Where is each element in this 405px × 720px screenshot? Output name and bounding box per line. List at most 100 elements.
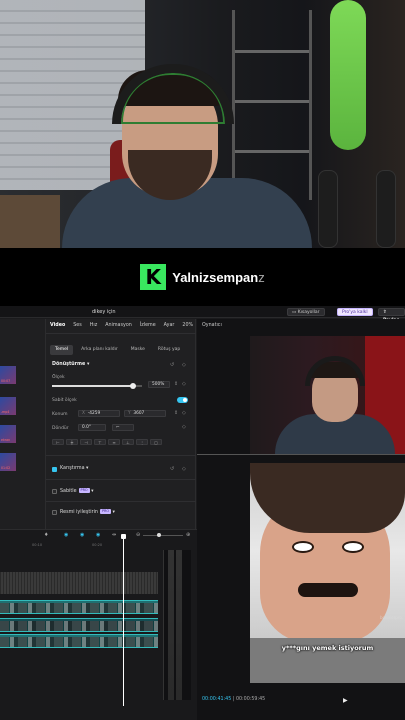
tab-audio[interactable]: Ses bbox=[69, 321, 86, 331]
keyframe-icon[interactable]: ◇ bbox=[182, 410, 186, 416]
align-top-icon[interactable]: ⊤ bbox=[94, 439, 106, 445]
zoom-out-icon[interactable]: ⊖ bbox=[136, 532, 140, 538]
subtab-basic[interactable]: Temel bbox=[50, 345, 74, 355]
ruler-mark: 00:20 bbox=[92, 543, 103, 547]
tab-adjust[interactable]: Ayar bbox=[160, 321, 179, 331]
stabilize-label[interactable]: Sabitle PRO ▾ bbox=[60, 488, 94, 494]
scale-value-field[interactable]: 500% bbox=[148, 381, 170, 388]
keyframe-icon[interactable]: ◇ bbox=[182, 424, 186, 430]
magnet-icon[interactable]: ◉ bbox=[64, 532, 68, 538]
blend-label[interactable]: Karıştırma ▾ bbox=[60, 466, 88, 471]
tab-animation[interactable]: Animasyon bbox=[101, 321, 136, 331]
scale-slider[interactable] bbox=[52, 382, 142, 389]
stepper-icon[interactable]: ⇕ bbox=[174, 410, 178, 416]
audio-track[interactable] bbox=[0, 572, 158, 594]
blend-checkbox[interactable] bbox=[52, 467, 57, 472]
tab-tracking[interactable]: İzleme bbox=[136, 321, 160, 331]
uniform-scale-toggle[interactable] bbox=[177, 397, 188, 403]
playhead-handle[interactable] bbox=[121, 534, 126, 539]
editor-topbar: dikey için ▭ Kısayollar Pro'ya kalkl ⇪ P… bbox=[0, 306, 405, 323]
shelf-rack bbox=[235, 100, 309, 103]
playhead[interactable] bbox=[123, 536, 124, 706]
divider bbox=[46, 455, 196, 456]
shortcuts-button[interactable]: ▭ Kısayollar bbox=[287, 308, 325, 316]
stabilize-checkbox[interactable] bbox=[52, 489, 57, 494]
video-track[interactable] bbox=[0, 600, 158, 614]
align-center-icon[interactable]: ╪ bbox=[66, 439, 78, 445]
reset-icon[interactable]: ↺ bbox=[170, 362, 174, 368]
video-track[interactable] bbox=[0, 618, 158, 632]
align-right-icon[interactable]: ⊣ bbox=[80, 439, 92, 445]
keyframe-icon[interactable]: ◇ bbox=[182, 362, 186, 368]
zoom-slider-knob[interactable] bbox=[157, 532, 161, 537]
clip-eye bbox=[342, 541, 364, 553]
zoom-slider[interactable] bbox=[143, 532, 183, 537]
timeline-panel: ♦ ◉ ◉ ◉ ⇹ ⊖ ⊕ 00:10 00:20 bbox=[0, 529, 197, 720]
channel-name-main: Yalnizsempan bbox=[172, 269, 259, 285]
reset-icon[interactable]: ↺ bbox=[170, 466, 174, 472]
media-thumbnail[interactable]: ekran bbox=[0, 425, 16, 443]
share-button[interactable]: ⇪ Paylaş bbox=[378, 308, 405, 323]
stepper-icon[interactable]: ⇕ bbox=[174, 381, 178, 387]
align-distribute-icon[interactable]: ⋮ bbox=[136, 439, 148, 445]
rotate-value-field[interactable]: 0.0° bbox=[78, 424, 106, 431]
divider bbox=[46, 479, 196, 480]
y-axis-label: Y bbox=[128, 411, 131, 416]
align-fit-icon[interactable]: ▢ bbox=[150, 439, 162, 445]
keyframe-icon[interactable]: ◇ bbox=[182, 466, 186, 472]
subtab-remove-background[interactable]: Arka planı kaldır bbox=[76, 345, 123, 355]
properties-panel: Video Ses Hız Animasyon İzleme Ayar 20% … bbox=[46, 319, 196, 529]
overlay-headphones bbox=[305, 356, 365, 386]
subtitle-text: y***gını yemek istiyorum bbox=[281, 644, 374, 652]
align-middle-icon[interactable]: ≡ bbox=[108, 439, 120, 445]
media-thumbnail[interactable]: 00:07 bbox=[0, 366, 16, 384]
zoom-in-icon[interactable]: ⊕ bbox=[186, 532, 190, 538]
upgrade-pro-button[interactable]: Pro'ya kalkl bbox=[337, 308, 373, 316]
play-icon[interactable]: ▶ bbox=[343, 697, 348, 704]
align-bottom-icon[interactable]: ⊥ bbox=[122, 439, 134, 445]
link-icon[interactable]: ◉ bbox=[80, 532, 84, 538]
microphone-icon[interactable]: ♦ bbox=[44, 532, 48, 538]
rotate-label: Döndür bbox=[52, 426, 69, 431]
transform-section-title[interactable]: Dönüştürme ▾ bbox=[52, 362, 89, 367]
guide-line bbox=[197, 454, 405, 455]
subtab-mask[interactable]: Maske bbox=[126, 345, 150, 355]
webcam-overlay-clip[interactable] bbox=[250, 336, 405, 454]
meter-bar-left bbox=[168, 550, 174, 700]
player-title: Oynatıcı bbox=[202, 323, 222, 328]
plush-toy bbox=[330, 0, 366, 150]
split-icon[interactable]: ⇹ bbox=[112, 532, 116, 538]
enhance-image-label-text: Resmi iyileştirin bbox=[60, 509, 98, 515]
timeline-toolbar: ♦ ◉ ◉ ◉ ⇹ ⊖ ⊕ bbox=[0, 530, 197, 540]
subtab-retouch[interactable]: Rötuş yap bbox=[153, 345, 185, 355]
tab-speed[interactable]: Hız bbox=[86, 321, 101, 331]
tab-overflow[interactable]: 20% bbox=[178, 321, 197, 331]
pro-badge: PRO bbox=[78, 488, 90, 493]
screen: K Yalnizsempanz dikey için ▭ Kısayollar … bbox=[0, 0, 405, 720]
media-thumbnail[interactable]: -mp4 bbox=[0, 397, 16, 415]
shelf-rack bbox=[235, 50, 309, 53]
media-label: -mp4 bbox=[1, 410, 10, 414]
media-duration: 01:02 bbox=[1, 466, 11, 470]
align-left-icon[interactable]: ⊢ bbox=[52, 439, 64, 445]
keyframe-icon[interactable]: ◇ bbox=[182, 381, 186, 387]
scale-slider-knob[interactable] bbox=[130, 382, 136, 389]
snap-icon[interactable]: ◉ bbox=[96, 532, 100, 538]
properties-subtabs: Temel Arka planı kaldır Maske Rötuş yap bbox=[50, 345, 192, 355]
chevron-down-icon: ▾ bbox=[111, 509, 115, 515]
clip-eye bbox=[292, 541, 314, 553]
position-y-field[interactable]: Y 3607 bbox=[124, 410, 166, 417]
timeline-ruler: 00:10 00:20 bbox=[0, 543, 160, 548]
transform-title: Dönüştürme bbox=[52, 362, 86, 367]
tab-video[interactable]: Video bbox=[46, 321, 69, 331]
media-panel: 00:07 -mp4 ekran 01:02 bbox=[0, 319, 46, 529]
chevron-down-icon: ▾ bbox=[89, 488, 94, 494]
track-frames bbox=[0, 621, 158, 631]
video-editor: dikey için ▭ Kısayollar Pro'ya kalkl ⇪ P… bbox=[0, 306, 405, 720]
video-track[interactable] bbox=[0, 634, 158, 648]
enhance-image-checkbox[interactable] bbox=[52, 510, 57, 515]
enhance-image-label[interactable]: Resmi iyileştirin PRO ▾ bbox=[60, 509, 115, 515]
media-thumbnail[interactable]: 01:02 bbox=[0, 453, 16, 471]
rotate-flip-field[interactable]: ⌐ bbox=[112, 424, 134, 431]
position-x-field[interactable]: X -4259 bbox=[78, 410, 120, 417]
